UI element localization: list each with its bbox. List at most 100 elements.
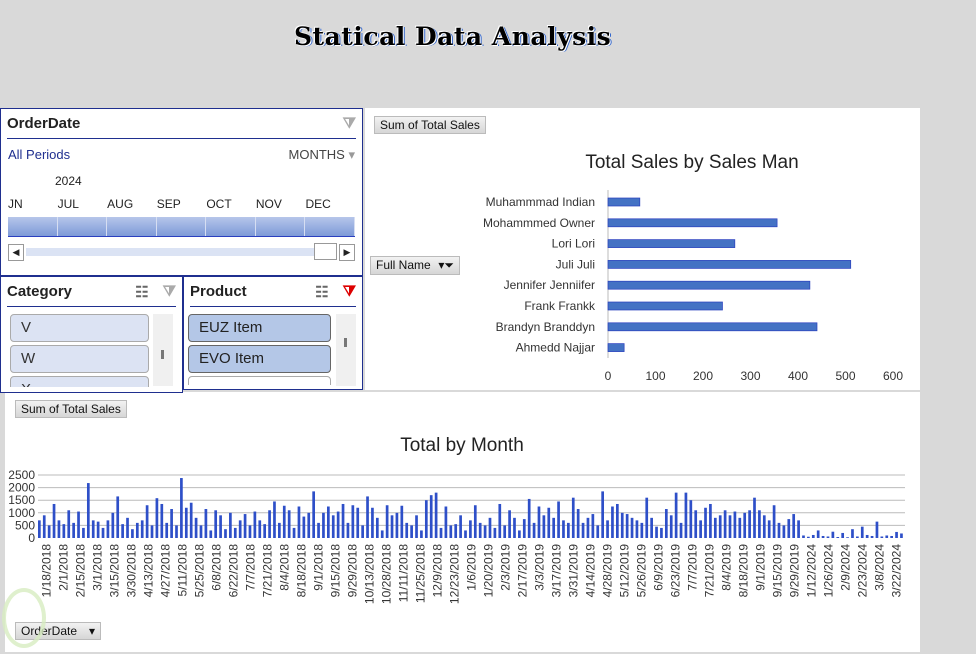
product-title: Product (190, 283, 247, 300)
sales-man-bar-chart: Total Sales by Sales Man Muhammmad Indian… (483, 152, 903, 383)
month-cell[interactable] (157, 217, 207, 236)
category-label: Mohammmed Owner (483, 216, 595, 230)
category-item[interactable]: W (10, 345, 149, 373)
bar (224, 529, 227, 538)
bar (713, 517, 717, 538)
bar (567, 522, 570, 538)
year-label: 2024 (55, 174, 82, 188)
category-item[interactable]: V (10, 314, 149, 342)
multi-select-icon[interactable]: ☷ (135, 283, 148, 301)
scroll-right-button[interactable]: ▶ (339, 243, 355, 261)
x-tick-label: 5/26/2019 (635, 544, 649, 598)
bar (777, 522, 781, 538)
x-tick-label: 1/18/2018 (40, 544, 54, 598)
category-slicer: Category ☷ ⧩ VWX (0, 276, 183, 393)
product-scrollbar[interactable] (336, 314, 356, 386)
bar (273, 501, 276, 538)
category-title: Category (7, 283, 73, 300)
multi-select-icon[interactable]: ☷ (315, 283, 328, 301)
bar (424, 500, 428, 538)
x-tick-label: 400 (788, 369, 808, 383)
bar (410, 525, 413, 538)
bar (238, 520, 242, 538)
bar (640, 522, 644, 538)
bar (797, 520, 800, 538)
x-tick-label: 10/28/2018 (380, 544, 394, 604)
scroll-thumb[interactable] (314, 243, 337, 260)
bar (52, 503, 56, 538)
bar (748, 510, 751, 538)
timeline-scrollbar[interactable] (26, 243, 337, 260)
clear-filter-icon[interactable]: ⧩ (163, 283, 176, 301)
x-tick-label: 2/3/2019 (499, 544, 513, 591)
bar (513, 517, 516, 538)
time-level-dropdown[interactable]: MONTHS ▾ (289, 147, 356, 163)
bar (596, 525, 600, 538)
bar (341, 503, 345, 538)
category-item[interactable]: X (10, 376, 149, 387)
clear-filter-icon[interactable]: ⧩ (343, 283, 356, 301)
bar (895, 531, 898, 538)
bar (111, 512, 115, 538)
bar (607, 343, 625, 352)
bar (772, 505, 776, 538)
bar (126, 517, 129, 538)
bar (199, 525, 203, 538)
x-tick-label: 1/26/2024 (822, 544, 836, 598)
x-tick-label: 4/13/2018 (142, 544, 156, 598)
clear-filter-icon[interactable]: ⧩ (343, 115, 356, 132)
bar (816, 530, 820, 538)
bar (175, 525, 178, 538)
x-tick-label: 8/18/2019 (737, 544, 751, 598)
x-tick-label: 100 (645, 369, 665, 383)
bar (488, 517, 492, 538)
bar (655, 526, 658, 538)
bar (336, 511, 340, 538)
bar (542, 515, 546, 538)
month-cell[interactable] (8, 217, 58, 236)
bar (307, 512, 311, 538)
product-item[interactable]: EUZ Item (188, 314, 331, 342)
x-tick-label: 8/18/2018 (295, 544, 309, 598)
bar (331, 515, 335, 538)
bar (508, 510, 511, 538)
bar (856, 536, 859, 538)
bar (405, 522, 409, 538)
bar (356, 507, 360, 538)
scroll-left-button[interactable]: ◀ (8, 243, 24, 261)
month-cell[interactable] (206, 217, 256, 236)
bar (831, 531, 835, 538)
bar (287, 510, 291, 538)
category-label: Juli Juli (556, 257, 595, 271)
bar (302, 516, 306, 538)
bar (581, 522, 585, 538)
bar (248, 525, 252, 538)
product-item[interactable] (188, 376, 331, 385)
bar (292, 527, 296, 538)
month-selection-bar[interactable] (8, 217, 356, 237)
bar (233, 527, 237, 538)
month-cell[interactable] (305, 217, 356, 236)
bar (278, 522, 281, 538)
month-cell[interactable] (256, 217, 306, 236)
category-label: Ahmedd Najjar (516, 341, 595, 355)
x-tick-label: 4/14/2019 (584, 544, 598, 598)
x-tick-label: 3/8/2024 (873, 544, 887, 591)
month-cell[interactable] (58, 217, 108, 236)
month-cell[interactable] (107, 217, 157, 236)
bar (607, 280, 811, 290)
x-tick-label: 2/15/2018 (74, 544, 88, 598)
category-scrollbar[interactable] (153, 314, 173, 386)
month-label: JN (8, 197, 23, 211)
x-tick-label: 7/21/2018 (261, 544, 275, 598)
bar (395, 512, 399, 538)
bar (258, 520, 262, 538)
bar (723, 510, 727, 538)
product-item[interactable]: EVO Item (188, 345, 331, 373)
bar (625, 514, 629, 538)
bar (150, 525, 154, 538)
x-tick-label: 300 (740, 369, 760, 383)
x-tick-label: 3/17/2019 (550, 544, 564, 598)
bar (209, 530, 213, 538)
bar (371, 507, 374, 538)
